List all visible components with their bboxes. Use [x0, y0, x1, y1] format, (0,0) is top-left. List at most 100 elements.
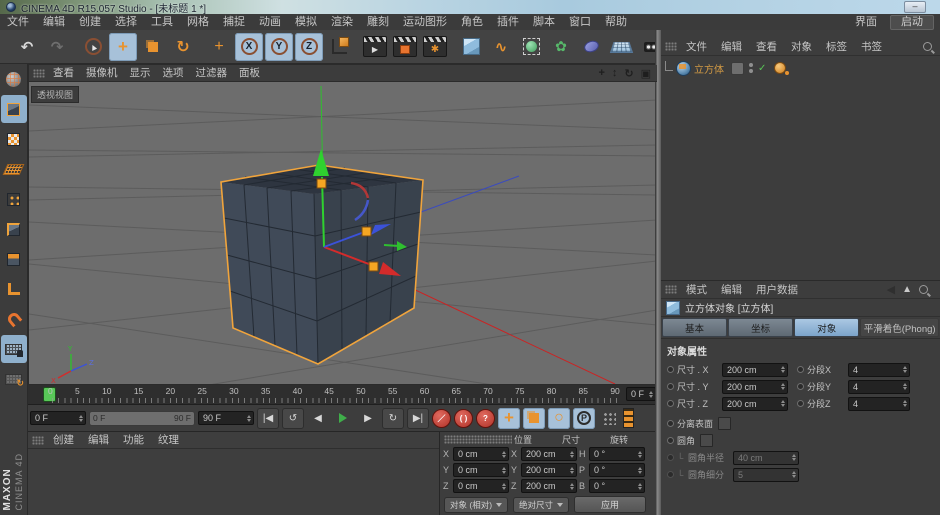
viewport-canvas[interactable]: Y Z X — [29, 81, 657, 384]
am-search-icon[interactable] — [919, 285, 928, 294]
layer-chip[interactable] — [731, 62, 744, 75]
play-button[interactable] — [332, 408, 354, 429]
position-z-field[interactable]: 0 cm — [453, 479, 509, 493]
separate-surfaces-checkbox[interactable] — [718, 417, 731, 430]
size-z-field[interactable]: 200 cm — [521, 479, 577, 493]
am-menu-userdata[interactable]: 用户数据 — [749, 282, 805, 298]
parent-up-icon[interactable]: ▲ — [902, 284, 912, 295]
phong-tag-icon[interactable] — [774, 62, 786, 74]
om-search-icon[interactable] — [923, 42, 932, 51]
array-generator-button[interactable]: ✿ — [547, 33, 575, 61]
tab-phong[interactable]: 平滑着色(Phong) — [860, 318, 939, 337]
live-selection-button[interactable]: ▲ — [79, 33, 107, 61]
render-view-button[interactable]: ▶ — [361, 33, 389, 61]
menu-script[interactable]: 脚本 — [526, 14, 562, 30]
redo-button[interactable]: ↷ — [43, 33, 71, 61]
visibility-dots[interactable] — [749, 63, 753, 73]
anim-dot[interactable] — [667, 420, 674, 427]
gizmo-y-handle[interactable] — [317, 179, 326, 188]
rotate-tool-button[interactable]: ↻ — [169, 33, 197, 61]
rotation-b-field[interactable]: 0 ° — [589, 479, 645, 493]
record-keyframe-button[interactable]: ／ — [432, 409, 451, 428]
coord-mode-dropdown[interactable]: 对象 (相对) — [444, 497, 508, 513]
move-tool-button[interactable]: + — [109, 33, 137, 61]
render-picture-viewer-button[interactable] — [391, 33, 419, 61]
current-frame-field[interactable]: 0 F — [626, 387, 656, 401]
menu-tools[interactable]: 工具 — [144, 14, 180, 30]
record-rotation-toggle[interactable]: ○ — [548, 408, 570, 429]
environment-button[interactable] — [607, 33, 635, 61]
tab-object[interactable]: 对象 — [794, 318, 859, 337]
edges-mode-button[interactable] — [1, 215, 27, 243]
menu-render[interactable]: 渲染 — [324, 14, 360, 30]
vp-menu-view[interactable]: 查看 — [47, 65, 80, 81]
axis-mode-button[interactable] — [1, 275, 27, 303]
menu-animate[interactable]: 动画 — [252, 14, 288, 30]
size-y-field[interactable]: 200 cm — [521, 463, 577, 477]
vp-menu-panel[interactable]: 面板 — [233, 65, 266, 81]
viewport-maximize-icon[interactable]: ▣ — [641, 67, 651, 80]
gizmo-x-handle[interactable] — [369, 262, 378, 271]
undo-button[interactable]: ↶ — [13, 33, 41, 61]
om-menu-objects[interactable]: 对象 — [784, 39, 819, 55]
viewport-panel-menu-icon[interactable] — [33, 69, 45, 78]
previous-key-button[interactable]: ↺ — [282, 408, 304, 429]
am-menu-mode[interactable]: 模式 — [679, 282, 714, 298]
spline-pen-button[interactable]: ∿ — [487, 33, 515, 61]
minimize-button[interactable]: – — [904, 1, 926, 13]
points-mode-button[interactable] — [1, 185, 27, 213]
menu-sculpt[interactable]: 雕刻 — [360, 14, 396, 30]
tab-coordinates[interactable]: 坐标 — [728, 318, 793, 337]
menu-file[interactable]: 文件 — [0, 14, 36, 30]
attr-seg-x-field[interactable]: 4 — [848, 363, 910, 377]
previous-frame-button[interactable]: ◀ — [307, 408, 329, 429]
attr-size-x-field[interactable]: 200 cm — [722, 363, 788, 377]
anim-dot[interactable] — [667, 366, 674, 373]
lock-workplane-button[interactable] — [1, 335, 27, 363]
material-panel-menu-icon[interactable] — [32, 436, 44, 445]
mat-menu-create[interactable]: 创建 — [46, 432, 81, 448]
add-cube-button[interactable] — [457, 33, 485, 61]
anim-dot[interactable] — [797, 400, 804, 407]
attr-size-y-field[interactable]: 200 cm — [722, 380, 788, 394]
anim-dot[interactable] — [667, 400, 674, 407]
rotation-h-field[interactable]: 0 ° — [589, 447, 645, 461]
menu-create[interactable]: 创建 — [72, 14, 108, 30]
attr-size-z-field[interactable]: 200 cm — [722, 397, 788, 411]
menu-plugins[interactable]: 插件 — [490, 14, 526, 30]
next-key-button[interactable]: ↻ — [382, 408, 404, 429]
vp-menu-options[interactable]: 选项 — [157, 65, 190, 81]
mat-menu-function[interactable]: 功能 — [116, 432, 151, 448]
lock-y-axis-button[interactable]: Y — [265, 33, 293, 61]
viewport-zoom-icon[interactable]: ↕ — [612, 67, 618, 79]
lock-z-axis-button[interactable]: Z — [295, 33, 323, 61]
range-start-spinner[interactable] — [77, 415, 83, 422]
anim-dot[interactable] — [797, 366, 804, 373]
perspective-viewport[interactable]: 查看 摄像机 显示 选项 过滤器 面板 + ↕ ↻ ▣ 透视视图 — [28, 64, 658, 385]
menu-help[interactable]: 帮助 — [598, 14, 634, 30]
timeline-ruler[interactable]: 0510 152025 303540 455055 606570 758085 … — [28, 385, 658, 405]
am-panel-menu-icon[interactable] — [665, 285, 677, 294]
vp-menu-filter[interactable]: 过滤器 — [190, 65, 234, 81]
mat-menu-edit[interactable]: 编辑 — [81, 432, 116, 448]
layout-dropdown[interactable]: 启动 — [890, 15, 934, 30]
attr-seg-y-field[interactable]: 4 — [848, 380, 910, 394]
attr-seg-z-field[interactable]: 4 — [848, 397, 910, 411]
coordinate-system-button[interactable] — [325, 33, 353, 61]
viewport-rotate-icon[interactable]: ↻ — [624, 67, 633, 80]
autokey-button[interactable]: ( ) — [454, 409, 473, 428]
history-back-icon[interactable]: ◀ — [887, 283, 895, 296]
texture-mode-button[interactable] — [1, 125, 27, 153]
frame-spinner[interactable] — [647, 391, 653, 398]
make-editable-button[interactable] — [1, 65, 27, 93]
mat-menu-texture[interactable]: 纹理 — [151, 432, 186, 448]
range-end-spinner[interactable] — [245, 415, 251, 422]
menu-character[interactable]: 角色 — [454, 14, 490, 30]
subdivision-surface-button[interactable] — [517, 33, 545, 61]
anim-dot[interactable] — [667, 383, 674, 390]
polygons-mode-button[interactable] — [1, 245, 27, 273]
om-menu-bookmarks[interactable]: 书签 — [854, 39, 889, 55]
vp-menu-display[interactable]: 显示 — [124, 65, 157, 81]
object-list[interactable]: 立方体 ✓ — [661, 56, 940, 280]
anim-dot[interactable] — [667, 437, 674, 444]
